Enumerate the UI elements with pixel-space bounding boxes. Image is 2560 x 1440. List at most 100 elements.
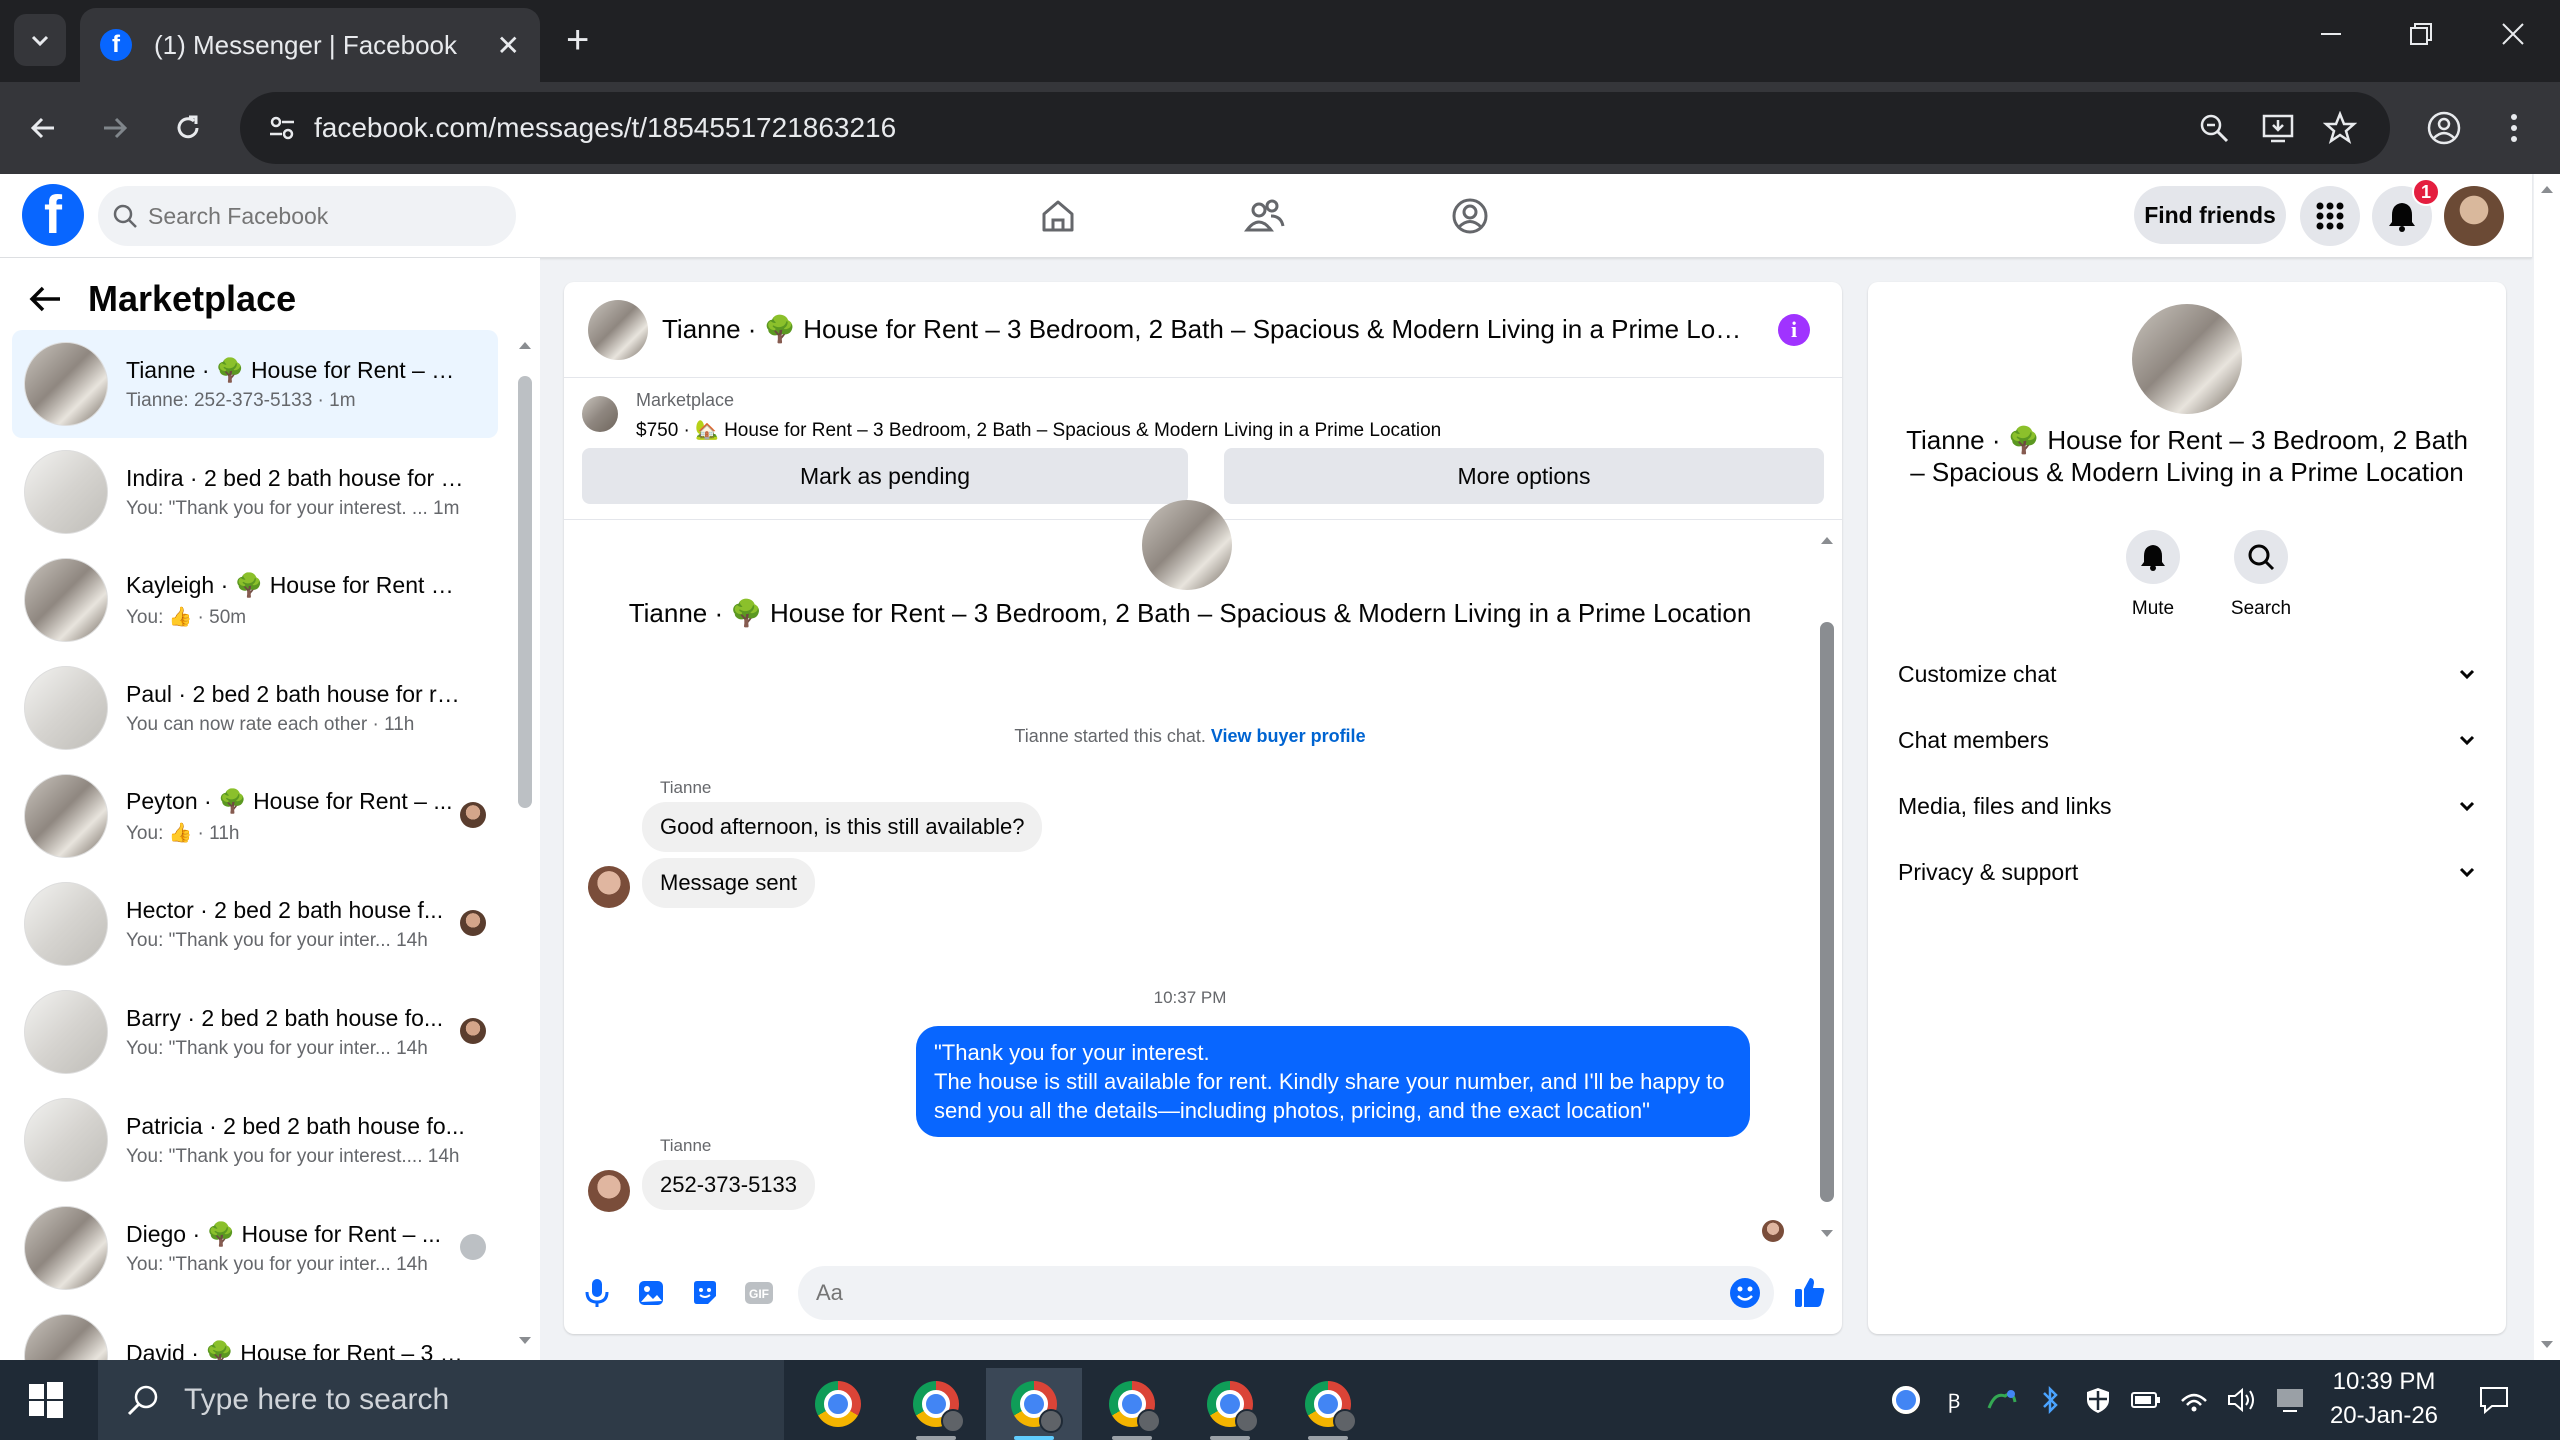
scroll-up-icon[interactable]	[516, 338, 534, 352]
system-clock[interactable]: 10:39 PM 20-Jan-26	[2320, 1368, 2448, 1430]
account-avatar[interactable]	[2444, 186, 2504, 246]
emoji-button[interactable]	[1728, 1276, 1762, 1315]
taskbar-chrome-profile[interactable]	[986, 1368, 1082, 1440]
facebook-search-box[interactable]	[98, 186, 516, 246]
reload-button[interactable]	[164, 104, 212, 152]
url-text[interactable]: facebook.com/messages/t/1854551721863216	[314, 112, 896, 144]
tab-search-button[interactable]	[14, 14, 66, 66]
scroll-down-icon[interactable]	[1816, 1226, 1838, 1242]
facebook-search-input[interactable]	[148, 202, 488, 230]
mute-button[interactable]	[2126, 530, 2180, 584]
facebook-logo[interactable]: f	[22, 184, 84, 246]
sender-avatar[interactable]	[588, 1170, 630, 1212]
start-button[interactable]	[28, 1382, 64, 1418]
taskbar-chrome-profile[interactable]	[888, 1368, 984, 1440]
message-input[interactable]	[816, 1278, 1696, 1308]
mark-as-pending-button[interactable]: Mark as pending	[582, 448, 1188, 504]
view-buyer-profile-link[interactable]: View buyer profile	[1211, 726, 1366, 746]
media-files-links-row[interactable]: Media, files and links	[1890, 776, 2484, 836]
incoming-message[interactable]: 252-373-5133	[642, 1160, 816, 1210]
tray-app-icon[interactable]: Ꞵ	[1938, 1384, 1970, 1416]
outgoing-message[interactable]: "Thank you for your interest. The house …	[916, 1026, 1750, 1137]
conversation-preview: You: "Thank you for your inter... 14h	[126, 1253, 428, 1275]
back-arrow-icon[interactable]	[28, 284, 62, 314]
listing-price-title[interactable]: $750 · 🏡 House for Rent – 3 Bedroom, 2 B…	[636, 418, 1441, 442]
mute-action[interactable]: Mute	[2108, 530, 2198, 620]
conversation-item[interactable]: Peyton · 🌳 House for Rent – ... You: 👍 ·…	[12, 762, 498, 870]
taskbar-chrome-app[interactable]	[790, 1368, 886, 1440]
page-scrollbar[interactable]	[2534, 174, 2560, 1360]
friends-nav-button[interactable]	[1238, 190, 1290, 242]
conversation-item[interactable]: Hector · 2 bed 2 bath house f... You: "T…	[12, 870, 498, 978]
address-bar[interactable]: facebook.com/messages/t/1854551721863216	[240, 92, 2390, 164]
site-settings-icon[interactable]	[264, 110, 300, 146]
install-app-icon[interactable]	[2260, 110, 2296, 146]
home-nav-button[interactable]	[1032, 190, 1084, 242]
back-button[interactable]	[20, 104, 68, 152]
wifi-icon[interactable]	[2178, 1384, 2210, 1416]
minimize-window-button[interactable]	[2318, 18, 2344, 55]
conversation-item[interactable]: Barry · 2 bed 2 bath house fo... You: "T…	[12, 978, 498, 1086]
profile-nav-button[interactable]	[1444, 190, 1496, 242]
bookmark-star-icon[interactable]	[2322, 110, 2358, 146]
sidebar-scrollbar[interactable]	[516, 338, 534, 1348]
close-tab-icon[interactable]: ✕	[497, 29, 520, 62]
conversation-item[interactable]: Paul · 2 bed 2 bath house for rent You c…	[12, 654, 498, 762]
security-shield-icon[interactable]	[2082, 1384, 2114, 1416]
conversation-item[interactable]: Kayleigh · 🌳 House for Rent – ... You: 👍…	[12, 546, 498, 654]
restore-window-button[interactable]	[2408, 18, 2434, 55]
taskbar-chrome-profile[interactable]	[1182, 1368, 1278, 1440]
privacy-support-row[interactable]: Privacy & support	[1890, 842, 2484, 902]
conversation-item[interactable]: David · 🌳 House for Rent – 3 B...	[12, 1302, 498, 1360]
search-action[interactable]: Search	[2216, 530, 2306, 620]
chat-scroll-thumb[interactable]	[1820, 622, 1834, 1202]
profile-button[interactable]	[2420, 104, 2468, 152]
friends-icon	[1243, 199, 1285, 232]
incoming-message[interactable]: Good afternoon, is this still available?	[642, 802, 1043, 852]
sender-avatar[interactable]	[588, 866, 630, 908]
zoom-icon[interactable]	[2196, 110, 2232, 146]
conversation-item[interactable]: Indira · 2 bed 2 bath house for r... You…	[12, 438, 498, 546]
battery-icon[interactable]	[2130, 1384, 2162, 1416]
volume-icon[interactable]	[2226, 1384, 2258, 1416]
voice-clip-button[interactable]	[580, 1276, 614, 1310]
forward-button[interactable]	[90, 104, 138, 152]
notifications-center-icon[interactable]	[2478, 1384, 2510, 1416]
tray-network-drive-icon[interactable]	[1986, 1384, 2018, 1416]
scroll-down-icon[interactable]	[516, 1334, 534, 1348]
conversation-item[interactable]: Diego · 🌳 House for Rent – ... You: "Tha…	[12, 1194, 498, 1302]
display-icon[interactable]	[2274, 1384, 2306, 1416]
sticker-icon	[694, 1281, 716, 1304]
taskbar-search-box[interactable]: Type here to search	[98, 1360, 784, 1440]
gif-button[interactable]: GIF	[742, 1276, 776, 1310]
chat-members-row[interactable]: Chat members	[1890, 710, 2484, 770]
menu-button[interactable]	[2300, 186, 2360, 246]
browser-tab[interactable]: f (1) Messenger | Facebook ✕	[80, 8, 540, 82]
browser-menu-button[interactable]	[2490, 104, 2538, 152]
taskbar-chrome-profile[interactable]	[1280, 1368, 1376, 1440]
new-tab-button[interactable]: +	[566, 20, 589, 60]
tray-chrome-icon[interactable]	[1890, 1384, 1922, 1416]
find-friends-button[interactable]: Find friends	[2134, 186, 2286, 244]
scroll-up-icon[interactable]	[2534, 180, 2560, 198]
taskbar-chrome-profile[interactable]	[1084, 1368, 1180, 1440]
conversation-item[interactable]: Patricia · 2 bed 2 bath house fo... You:…	[12, 1086, 498, 1194]
send-like-button[interactable]	[1790, 1272, 1830, 1312]
listing-thumbnail[interactable]	[582, 396, 618, 432]
search-in-conversation-button[interactable]	[2234, 530, 2288, 584]
info-icon[interactable]: i	[1778, 314, 1810, 346]
sidebar-scroll-thumb[interactable]	[518, 376, 532, 808]
close-window-button[interactable]	[2500, 18, 2526, 55]
conversation-item[interactable]: Tianne · 🌳 House for Rent – 3 ... Tianne…	[12, 330, 498, 438]
scroll-down-icon[interactable]	[2534, 1336, 2560, 1354]
chat-title[interactable]: Tianne · 🌳 House for Rent – 3 Bedroom, 2…	[662, 314, 1752, 345]
scroll-up-icon[interactable]	[1816, 532, 1838, 548]
more-options-button[interactable]: More options	[1224, 448, 1824, 504]
customize-chat-row[interactable]: Customize chat	[1890, 644, 2484, 704]
sticker-button[interactable]	[688, 1276, 722, 1310]
incoming-message[interactable]: Message sent	[642, 858, 815, 908]
chat-scrollbar[interactable]	[1816, 532, 1838, 1242]
chat-avatar[interactable]	[588, 299, 648, 360]
attach-photo-button[interactable]	[634, 1276, 668, 1310]
bluetooth-icon[interactable]	[2034, 1384, 2066, 1416]
